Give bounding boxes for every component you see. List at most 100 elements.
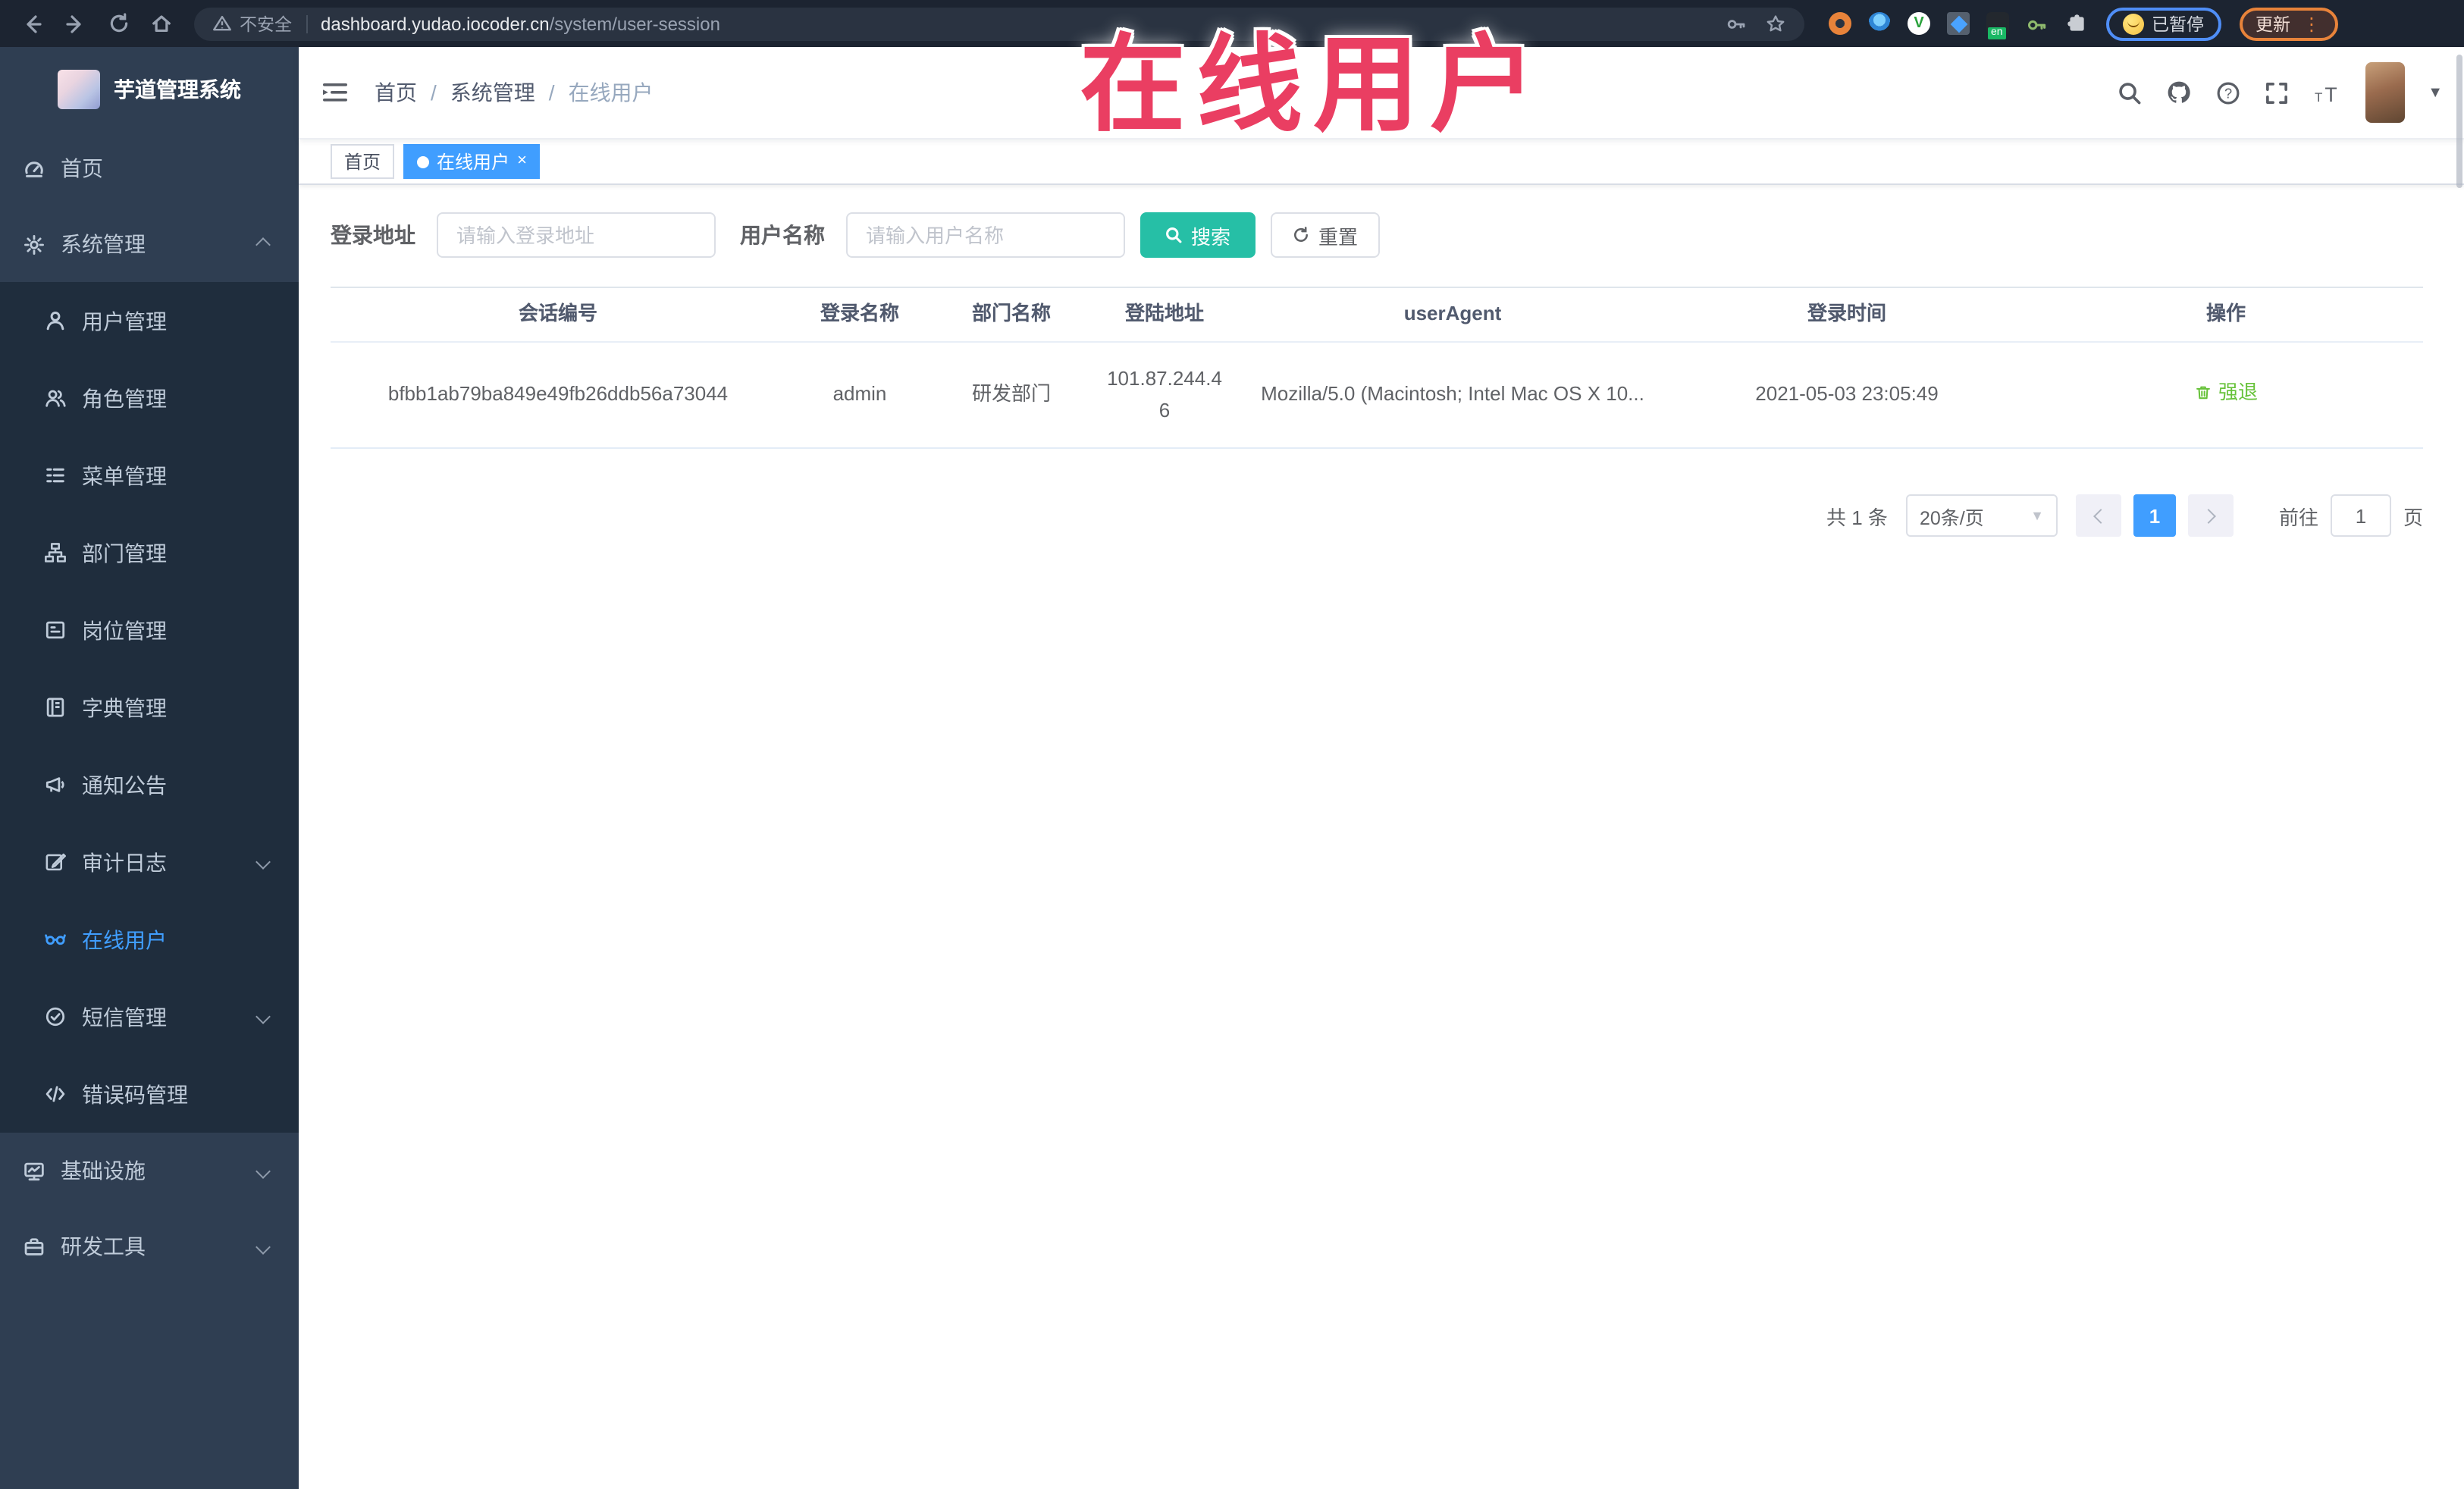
chrome-update-chip[interactable]: 更新 ⋮ [2239, 7, 2337, 40]
security-label[interactable]: 不安全 [240, 11, 292, 36]
breadcrumb-home[interactable]: 首页 [375, 77, 417, 108]
edit-log-icon [45, 853, 66, 871]
sidebar-item-user-management[interactable]: 用户管理 [0, 282, 299, 359]
breadcrumb: 首页 / 系统管理 / 在线用户 [375, 77, 654, 108]
sidebar-item-dev-tools[interactable]: 研发工具 [0, 1208, 299, 1284]
close-tab-icon[interactable]: × [517, 152, 527, 170]
back-icon[interactable] [20, 11, 44, 36]
current-page-button[interactable]: 1 [2133, 494, 2176, 537]
app-logo[interactable]: 芋道管理系统 [0, 47, 299, 130]
extension-diamond-icon[interactable] [1947, 12, 1970, 35]
extension-pin-icon[interactable] [1868, 12, 1891, 35]
login-address-input[interactable] [437, 212, 716, 258]
sidebar-item-infrastructure[interactable]: 基础设施 [0, 1133, 299, 1208]
search-icon [1167, 227, 1183, 243]
svg-text:T: T [2325, 83, 2337, 105]
scrollbar-thumb[interactable] [2456, 55, 2462, 188]
cell-username: admin [832, 382, 887, 406]
sidebar-item-label: 系统管理 [61, 232, 146, 256]
tab-online-users[interactable]: 在线用户 × [403, 144, 541, 179]
sidebar-item-role-management[interactable]: 角色管理 [0, 359, 299, 437]
chevron-up-icon [255, 237, 271, 252]
sidebar-item-error-code[interactable]: 错误码管理 [0, 1055, 299, 1133]
cell-session-id: bfbb1ab79ba849e49fb26ddb56a73044 [387, 382, 729, 406]
address-bar[interactable]: 不安全 dashboard.yudao.iocoder.cn /system/u… [194, 7, 1804, 40]
sidebar-item-online-users[interactable]: 在线用户 [0, 901, 299, 978]
help-icon[interactable]: ? [2215, 80, 2241, 105]
users-icon [45, 390, 66, 407]
sidebar-item-label: 错误码管理 [82, 1082, 188, 1106]
reload-icon[interactable] [108, 12, 130, 35]
sidebar-item-sms-management[interactable]: 短信管理 [0, 978, 299, 1055]
sidebar-item-label: 短信管理 [82, 1005, 167, 1029]
chevron-down-icon [255, 1163, 271, 1178]
kebab-menu-icon[interactable]: ⋮ [2303, 14, 2321, 33]
trash-icon [2196, 387, 2210, 400]
search-icon[interactable] [2117, 80, 2143, 105]
profile-sync-paused-chip[interactable]: 已暂停 [2106, 7, 2221, 40]
username-input[interactable] [846, 212, 1125, 258]
url-host[interactable]: dashboard.yudao.iocoder.cn [321, 13, 550, 34]
breadcrumb-system[interactable]: 系统管理 [450, 77, 535, 108]
tags-view-bar: 首页 在线用户 × [299, 139, 2464, 185]
sidebar-item-label: 首页 [61, 156, 103, 180]
sidebar-toggle-icon[interactable] [321, 80, 349, 105]
extension-key-icon[interactable] [2026, 12, 2049, 35]
table-header-row: 会话编号 登录名称 部门名称 登陆地址 userAgent 登录时间 操作 [331, 288, 2423, 343]
key-icon[interactable] [1726, 13, 1747, 34]
avatar-caret-down-icon[interactable]: ▼ [2428, 84, 2443, 101]
next-page-button[interactable] [2187, 494, 2234, 537]
sidebar-item-label: 通知公告 [82, 773, 167, 797]
url-path[interactable]: /system/user-session [550, 13, 720, 34]
sidebar-item-system-management[interactable]: 系统管理 [0, 206, 299, 282]
extensions-puzzle-icon[interactable] [2065, 12, 2088, 35]
page-size-select[interactable]: 20条/页 ▼ [1905, 494, 2058, 537]
sidebar-item-label: 字典管理 [82, 695, 167, 719]
prev-page-button[interactable] [2075, 494, 2121, 537]
url-divider [306, 14, 307, 33]
sidebar: 芋道管理系统 首页 系统管理 用户管理 角色管理 菜单管理 部门管理 岗位管理 … [0, 47, 299, 1489]
security-warning-icon[interactable] [212, 14, 232, 33]
login-address-label: 登录地址 [331, 223, 415, 247]
sidebar-item-notice[interactable]: 通知公告 [0, 746, 299, 823]
home-icon[interactable] [150, 12, 173, 35]
sidebar-item-department-management[interactable]: 部门管理 [0, 514, 299, 591]
github-icon[interactable] [2165, 79, 2193, 106]
col-user-agent: userAgent [1403, 302, 1502, 325]
sidebar-item-label: 部门管理 [82, 541, 167, 565]
menu-list-icon [46, 468, 64, 483]
col-username: 登录名称 [820, 302, 899, 325]
tab-home[interactable]: 首页 [331, 144, 395, 179]
force-logout-button[interactable]: 强退 [2194, 378, 2258, 409]
col-session-id: 会话编号 [518, 302, 597, 325]
goto-suffix: 页 [2403, 506, 2423, 528]
extension-v-icon[interactable]: V [1908, 12, 1930, 35]
bookmark-star-icon[interactable] [1765, 13, 1786, 34]
search-button[interactable]: 搜索 [1140, 212, 1256, 258]
reset-button[interactable]: 重置 [1271, 212, 1380, 258]
goto-page-input[interactable] [2330, 494, 2391, 537]
profile-avatar-emoji [2123, 13, 2144, 34]
sidebar-item-post-management[interactable]: 岗位管理 [0, 591, 299, 669]
logo-image [58, 69, 100, 108]
sidebar-item-home[interactable]: 首页 [0, 130, 299, 206]
refresh-icon [1294, 227, 1309, 242]
cell-login-time: 2021-05-03 23:05:49 [1755, 382, 1939, 406]
sidebar-item-menu-management[interactable]: 菜单管理 [0, 437, 299, 514]
page-content: 登录地址 用户名称 搜索 重置 [299, 185, 2464, 537]
megaphone-icon [45, 777, 64, 792]
user-avatar[interactable] [2365, 62, 2406, 123]
fullscreen-icon[interactable] [2264, 80, 2290, 105]
sidebar-item-audit-log[interactable]: 审计日志 [0, 823, 299, 901]
sessions-table: 会话编号 登录名称 部门名称 登陆地址 userAgent 登录时间 操作 bf… [331, 287, 2423, 449]
book-icon [46, 697, 64, 717]
extension-adblock-icon[interactable] [1829, 12, 1851, 35]
col-actions: 操作 [2205, 302, 2246, 325]
forward-icon[interactable] [64, 11, 88, 36]
sidebar-item-dict-management[interactable]: 字典管理 [0, 669, 299, 746]
font-size-icon[interactable]: TT [2312, 80, 2343, 105]
sidebar-item-label: 审计日志 [82, 850, 167, 874]
sidebar-item-label: 在线用户 [82, 927, 167, 951]
sidebar-item-label: 岗位管理 [82, 618, 167, 642]
extension-translate-icon[interactable]: en [1986, 12, 2009, 39]
